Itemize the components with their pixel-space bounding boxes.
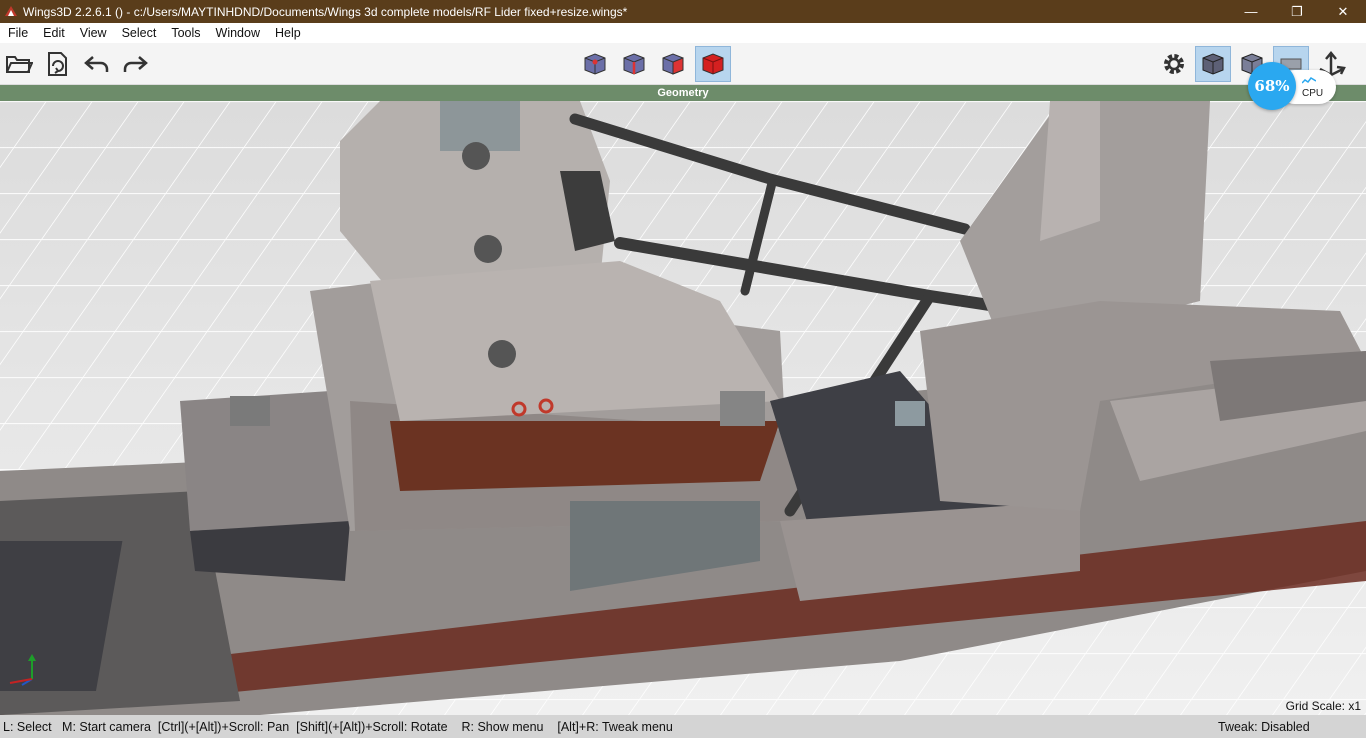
menu-bar: File Edit View Select Tools Window Help — [0, 23, 1366, 43]
menu-view[interactable]: View — [72, 26, 114, 40]
grid-scale-label: Grid Scale: x1 — [1285, 699, 1361, 713]
undo-icon — [84, 56, 109, 72]
window-title: Wings3D 2.2.6.1 () - c:/Users/MAYTINHDND… — [23, 4, 628, 19]
menu-tools[interactable]: Tools — [163, 26, 207, 40]
minimize-button[interactable]: — — [1228, 0, 1274, 23]
save-button[interactable] — [39, 46, 75, 82]
geometry-window-header: Geometry — [0, 85, 1366, 101]
face-mode-button[interactable] — [655, 46, 691, 82]
cpu-monitor-widget[interactable]: 68% CPU — [1248, 62, 1338, 112]
status-bar: L: Select M: Start camera [Ctrl](+[Alt])… — [0, 715, 1366, 738]
mouse-hint-text: L: Select M: Start camera [Ctrl](+[Alt])… — [3, 719, 673, 734]
save-icon — [48, 52, 67, 76]
cpu-label: CPU — [1302, 88, 1324, 99]
smooth-shade-button[interactable] — [1195, 46, 1231, 82]
cpu-percent-badge: 68% — [1248, 62, 1296, 110]
tweak-status: Tweak: Disabled — [1218, 720, 1310, 734]
edge-mode-icon — [623, 53, 645, 75]
toolbar — [0, 43, 1366, 85]
edge-mode-button[interactable] — [616, 46, 652, 82]
close-button[interactable]: ✕ — [1320, 0, 1366, 23]
cpu-graph-icon — [1302, 77, 1316, 84]
geometry-viewport[interactable]: Grid Scale: x1 — [0, 101, 1366, 715]
menu-select[interactable]: Select — [114, 26, 164, 40]
menu-window[interactable]: Window — [208, 26, 267, 40]
settings-button[interactable] — [1156, 46, 1192, 82]
redo-icon — [123, 56, 148, 72]
smooth-shade-icon — [1202, 53, 1224, 75]
face-mode-icon — [662, 53, 684, 75]
menu-help[interactable]: Help — [267, 26, 308, 40]
ship-model-render — [0, 101, 1366, 715]
maximize-button[interactable]: ❐ — [1274, 0, 1320, 23]
open-folder-icon — [6, 56, 33, 73]
window-titlebar: Wings3D 2.2.6.1 () - c:/Users/MAYTINHDND… — [0, 0, 1366, 23]
redo-button[interactable] — [117, 46, 153, 82]
settings-gear-icon — [1164, 54, 1184, 74]
vertex-mode-icon — [584, 53, 606, 75]
body-mode-icon — [702, 53, 724, 75]
menu-edit[interactable]: Edit — [35, 26, 72, 40]
undo-button[interactable] — [79, 46, 115, 82]
body-mode-button[interactable] — [695, 46, 731, 82]
vertex-mode-button[interactable] — [577, 46, 613, 82]
menu-file[interactable]: File — [0, 26, 35, 40]
wings3d-app-icon — [5, 5, 17, 16]
open-button[interactable] — [1, 46, 37, 82]
